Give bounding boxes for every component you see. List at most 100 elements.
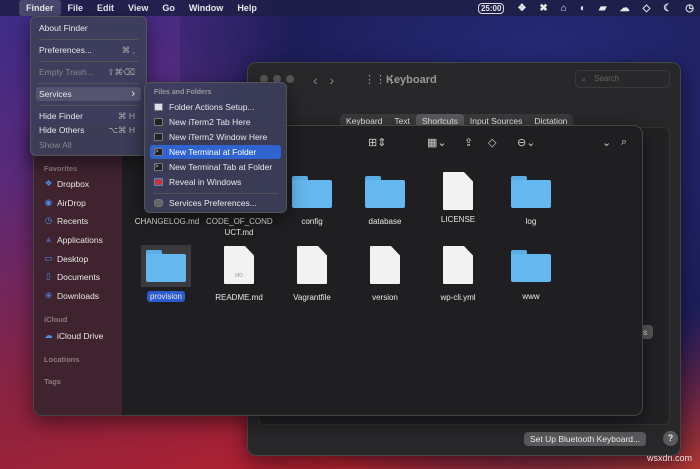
parallels-icon (154, 178, 163, 186)
menu-view[interactable]: View (121, 0, 155, 16)
locations-label: Locations (44, 355, 80, 364)
dropbox-icon[interactable]: ❖ (517, 3, 526, 14)
menu-item-services[interactable]: Services › (36, 87, 141, 101)
menu-separator (39, 61, 138, 62)
menu-separator (39, 39, 138, 40)
vpn-icon[interactable]: ⌂ (561, 3, 567, 14)
window-title: Keyboard (386, 74, 437, 86)
menu-item-preferences[interactable]: Preferences... ⌘ , (36, 43, 141, 57)
file-name: LICENSE (440, 215, 476, 224)
file-item[interactable]: Vagrantfile (275, 246, 349, 303)
menu-item-show-all: Show All (39, 140, 72, 150)
menu-item-new-iterm2-tab[interactable]: New iTerm2 Tab Here (150, 115, 281, 129)
search-icon[interactable]: ⌕ (621, 136, 627, 149)
more-actions-icon[interactable]: ⊖⌄ (517, 136, 535, 149)
back-forward-icon[interactable]: ‹ › (313, 72, 334, 88)
finder-menu: About Finder Preferences... ⌘ , Empty Tra… (30, 16, 147, 156)
menu-item-services-preferences[interactable]: Services Preferences... (150, 196, 281, 210)
sidebar-item-dropbox[interactable]: ❖ Dropbox (44, 178, 89, 189)
menu-file[interactable]: File (61, 0, 91, 16)
downloads-icon: ⊕ (44, 290, 53, 300)
sidebar-item-desktop[interactable]: ▭ Desktop (44, 253, 88, 264)
chevron-down-icon[interactable]: ⌄ (602, 136, 611, 149)
file-name: database (368, 217, 402, 226)
sidebar-item-icloud-drive[interactable]: ☁ iCloud Drive (44, 330, 103, 341)
menu-item-empty-trash: Empty Trash... ⇧⌘⌫ (39, 67, 135, 77)
markdown-file-icon: MD (224, 246, 254, 284)
menu-item-new-terminal-tab[interactable]: > New Terminal Tab at Folder (150, 160, 281, 174)
browser-icon[interactable]: ◐ (580, 3, 586, 14)
finder-sidebar: Favorites ❖ Dropbox ◉ AirDrop ◷ Recents ⩓ Ap… (34, 126, 122, 415)
terminal-icon (154, 133, 163, 141)
document-icon (297, 246, 327, 284)
folder-item[interactable]: database (348, 176, 422, 227)
terminal-icon: > (154, 163, 163, 171)
menu-help[interactable]: Help (230, 0, 264, 16)
clock-icon: ◷ (44, 215, 53, 225)
file-name: wp-cli.yml (440, 293, 476, 302)
sidebar-item-airdrop[interactable]: ◉ AirDrop (44, 197, 86, 208)
shield-icon[interactable]: ◇ (643, 3, 651, 14)
menu-item-new-terminal-at-folder[interactable]: > New Terminal at Folder (150, 145, 281, 159)
file-item[interactable]: LICENSE (421, 172, 495, 225)
folder-icon (511, 176, 551, 208)
bluetooth-keyboard-button[interactable]: Set Up Bluetooth Keyboard... (524, 432, 647, 446)
document-icon (443, 172, 473, 210)
menu-separator (39, 83, 138, 84)
menu-item-hide-finder[interactable]: Hide Finder ⌘ H (36, 109, 141, 123)
menu-item-hide-others[interactable]: Hide Others ⌥⌘ H (36, 123, 141, 137)
docker-icon[interactable]: ▰ (599, 3, 607, 14)
share-icon[interactable]: ⇪ (464, 136, 473, 149)
file-name: log (525, 217, 537, 226)
folder-item[interactable]: log (494, 176, 568, 227)
file-name: CODE_OF_COND UCT.md (206, 217, 273, 237)
submenu-header: Files and Folders (154, 89, 212, 96)
menu-item-folder-actions-setup[interactable]: Folder Actions Setup... (150, 100, 281, 114)
help-button[interactable]: ? (663, 431, 678, 446)
sidebar-item-downloads[interactable]: ⊕ Downloads (44, 290, 99, 301)
file-item[interactable]: wp-cli.yml (421, 246, 495, 303)
file-item[interactable]: version (348, 246, 422, 303)
folder-item[interactable]: www (494, 250, 568, 302)
timer-status[interactable]: 25:00 (477, 2, 505, 14)
tags-label: Tags (44, 377, 61, 386)
favorites-label: Favorites (44, 164, 78, 173)
menu-go[interactable]: Go (155, 0, 182, 16)
dropbox-icon: ❖ (44, 178, 53, 188)
icon-view-icon[interactable]: ⊞⇕ (368, 136, 386, 149)
icloud-label: iCloud (44, 315, 68, 324)
folder-icon (511, 250, 551, 282)
document-icon (443, 246, 473, 284)
folder-actions-icon (154, 103, 163, 111)
search-input[interactable]: ⌕ Search (575, 70, 670, 88)
menu-item-about-finder[interactable]: About Finder (36, 21, 141, 35)
file-name: config (301, 217, 323, 226)
applications-icon: ⩓ (46, 234, 51, 244)
file-name: www (522, 292, 540, 301)
menu-finder[interactable]: Finder (19, 0, 61, 16)
menu-item-reveal-in-windows[interactable]: Reveal in Windows (150, 175, 281, 189)
apple-menu-icon[interactable] (0, 0, 19, 16)
sidebar-item-documents[interactable]: ▯ Documents (44, 271, 100, 282)
menu-item-new-iterm2-window[interactable]: New iTerm2 Window Here (150, 130, 281, 144)
terminal-icon: > (154, 148, 163, 156)
moon-icon[interactable]: ☾ (663, 3, 672, 14)
cloud-icon: ☁ (44, 330, 53, 340)
clock-icon[interactable]: ◷ (685, 3, 694, 14)
klokki-icon[interactable]: ✖ (539, 3, 547, 14)
file-name: README.md (215, 293, 263, 302)
menu-edit[interactable]: Edit (90, 0, 121, 16)
terminal-icon (154, 118, 163, 126)
cloud-icon[interactable]: ☁ (620, 3, 630, 14)
document-icon: ▯ (46, 271, 51, 281)
sidebar-item-recents[interactable]: ◷ Recents (44, 215, 88, 226)
airdrop-icon: ◉ (44, 197, 53, 207)
menu-window[interactable]: Window (182, 0, 230, 16)
services-submenu: Files and Folders Folder Actions Setup..… (144, 82, 287, 213)
desktop-icon: ▭ (44, 253, 53, 263)
folder-item-selected[interactable]: provision (129, 245, 203, 302)
file-item[interactable]: MD README.md (202, 246, 276, 303)
tag-icon[interactable]: ◇ (488, 136, 496, 149)
group-icon[interactable]: ▦⌄ (427, 136, 447, 149)
sidebar-item-applications[interactable]: ⩓ Applications (44, 234, 103, 245)
